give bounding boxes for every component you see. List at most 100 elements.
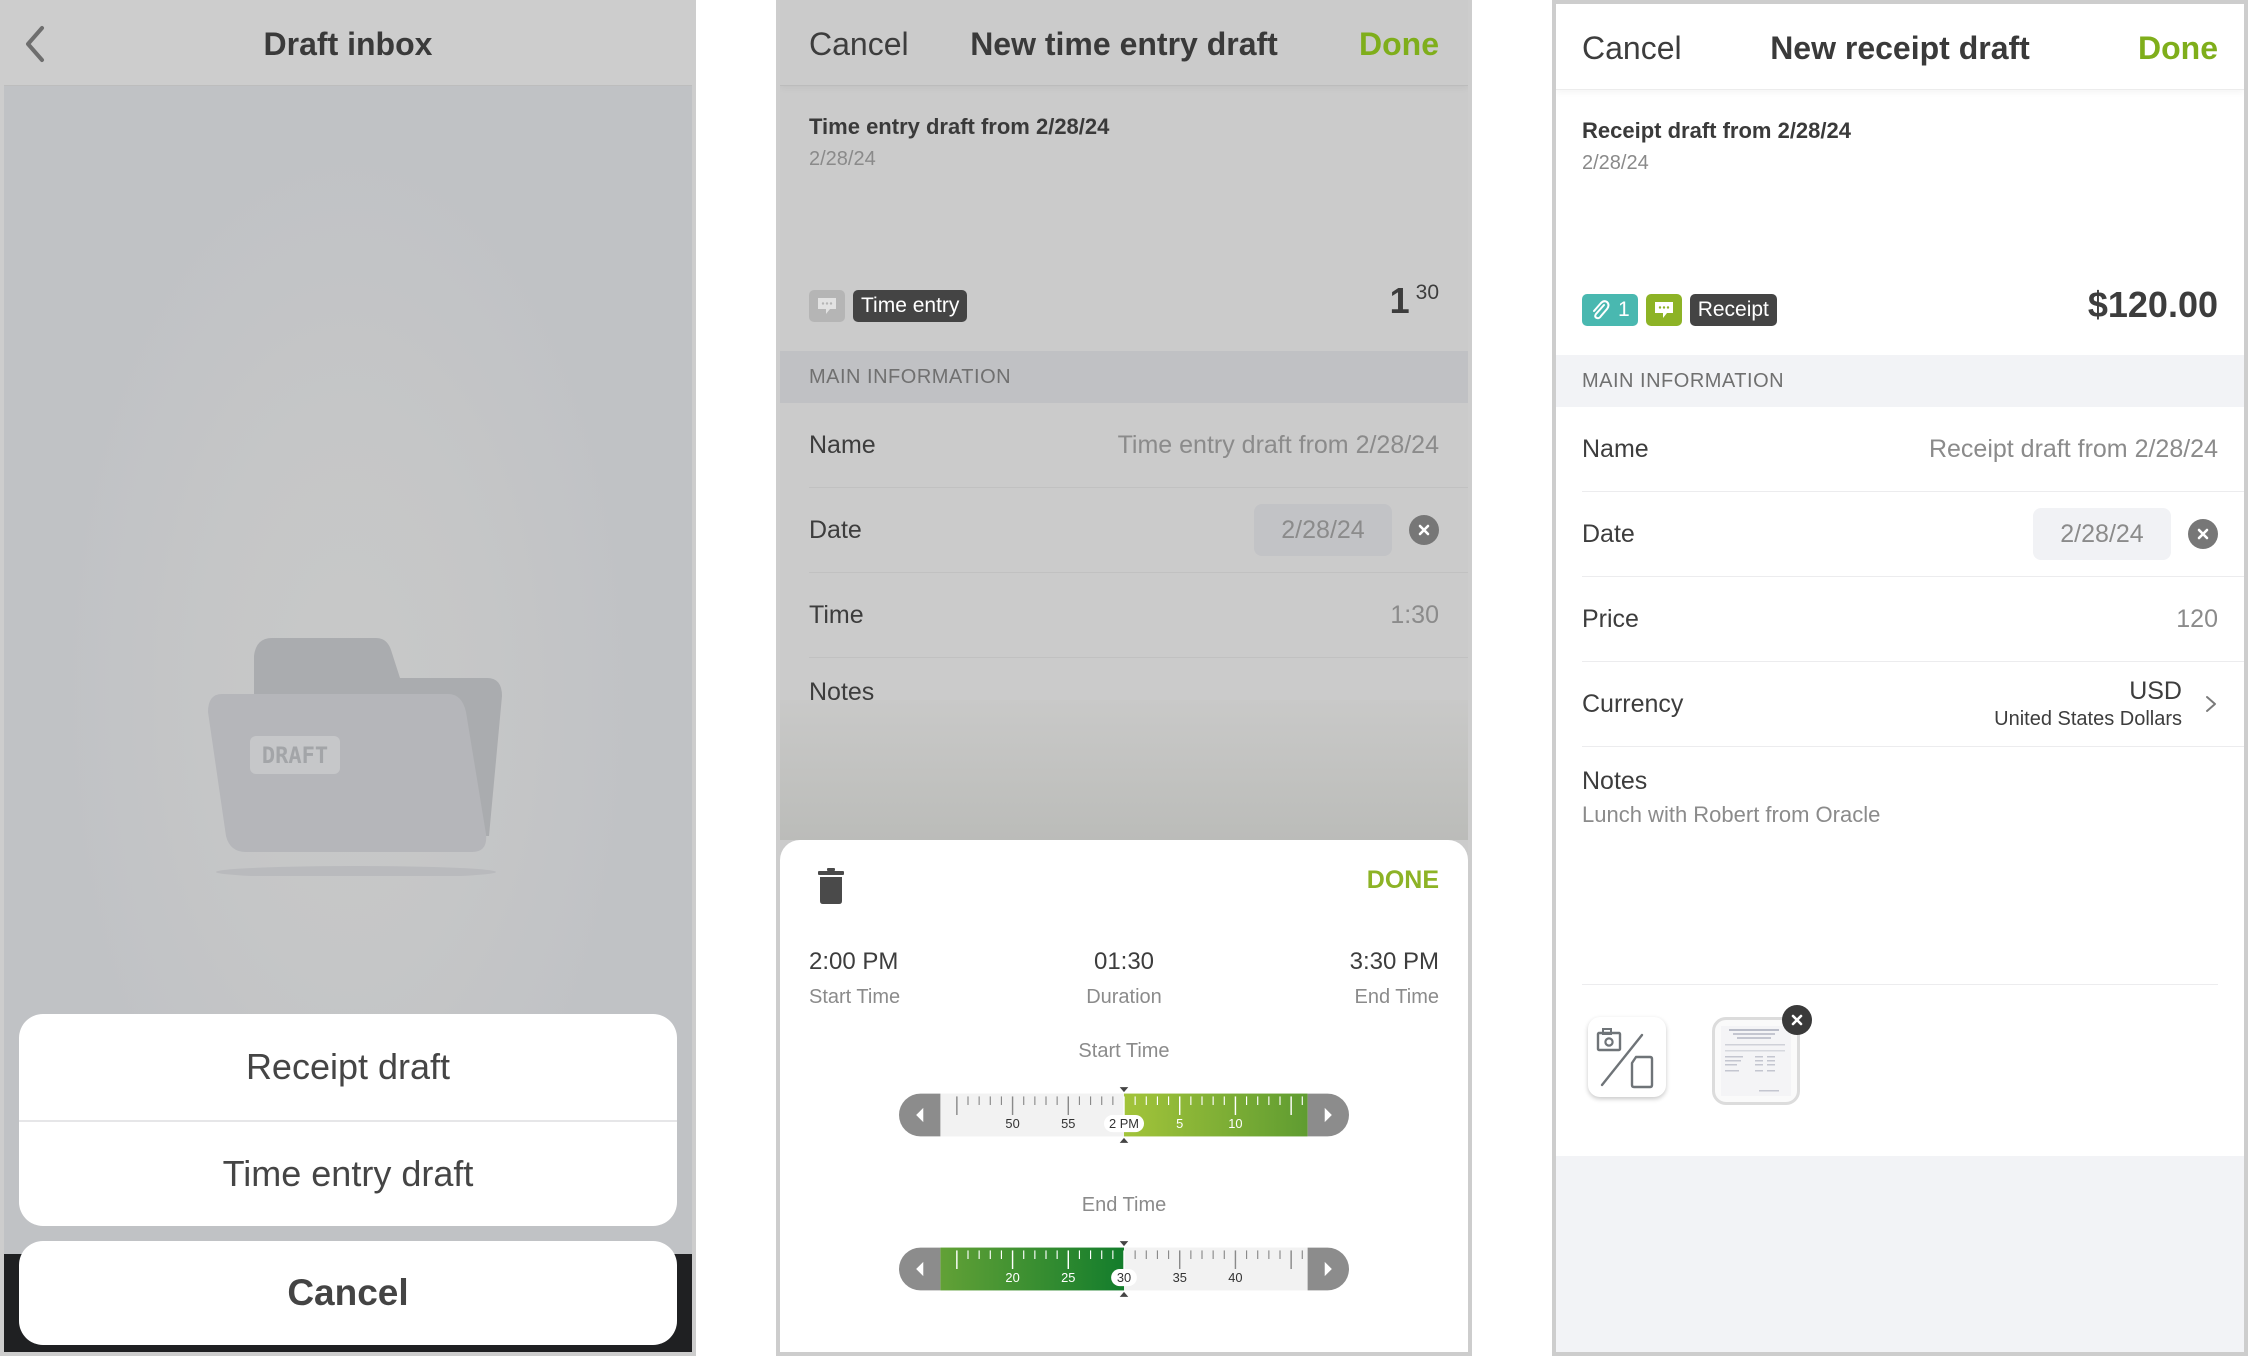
nav-bar: Draft inbox <box>4 0 692 86</box>
close-icon <box>1791 1014 1803 1026</box>
badge-row: 1 Receipt <box>1582 294 1777 326</box>
badge-row: Time entry <box>809 290 968 322</box>
date-field[interactable]: 2/28/24 <box>2033 508 2171 560</box>
trash-icon[interactable] <box>818 868 844 904</box>
duration-total: 1 30 <box>1390 280 1439 322</box>
done-button[interactable]: Done <box>2138 30 2218 67</box>
clear-date-button[interactable] <box>1409 515 1439 545</box>
start-ruler-label: Start Time <box>1078 1040 1170 1062</box>
receipt-summary: Receipt draft from 2/28/24 2/28/24 1 Rec… <box>1556 90 2244 355</box>
comment-icon <box>818 298 836 314</box>
nav-bar: Cancel New receipt draft Done <box>1556 4 2244 90</box>
draft-folder-icon: DRAFT <box>208 638 502 876</box>
date-row: Date 2/28/24 <box>809 488 1468 573</box>
note-badge <box>1645 294 1682 326</box>
ruler-tick-label: 40 <box>1228 1270 1242 1285</box>
ruler-pointer-top <box>1119 1241 1129 1247</box>
ruler-tick-label: 20 <box>1005 1270 1019 1285</box>
camera-or-file-icon <box>1596 1028 1654 1089</box>
picker-done-button[interactable]: DONE <box>1367 866 1439 895</box>
time-entry-draft-option[interactable]: Time entry draft <box>19 1120 677 1226</box>
receipt-draft-option[interactable]: Receipt draft <box>19 1014 677 1120</box>
name-label: Name <box>809 430 876 459</box>
minutes-value: 30 <box>1415 281 1439 304</box>
close-icon <box>1418 524 1430 536</box>
dim-overlay <box>780 700 1468 840</box>
section-header: MAIN INFORMATION <box>780 351 1468 403</box>
end-ruler-label: End Time <box>1081 1194 1167 1216</box>
chevron-right-icon <box>2206 696 2216 712</box>
price-field[interactable]: 120 <box>2176 605 2218 634</box>
page-title: Draft inbox <box>263 26 433 62</box>
time-row[interactable]: Time 1:30 <box>809 573 1468 658</box>
currency-row[interactable]: Currency USD United States Dollars <box>1582 662 2244 747</box>
receipt-image <box>1721 1026 1791 1096</box>
ruler-pointer-top <box>1119 1087 1129 1093</box>
attachment-badge: 1 <box>1582 294 1638 326</box>
receipt-draft-screen: Cancel New receipt draft Done Receipt dr… <box>1552 0 2248 1356</box>
currency-name: United States Dollars <box>1994 708 2182 730</box>
clear-date-button[interactable] <box>2188 519 2218 549</box>
name-row[interactable]: Name Receipt draft from 2/28/24 <box>1582 407 2244 492</box>
end-time-summary[interactable]: 3:30 PM End Time <box>1350 948 1439 1009</box>
draft-inbox-screen: Draft inbox DRAFT Receipt draft Time ent… <box>0 0 696 1356</box>
summary-date: 2/28/24 <box>1582 152 1649 174</box>
action-sheet: Receipt draft Time entry draft <box>19 1014 677 1226</box>
entry-summary: Time entry draft from 2/28/24 2/28/24 Ti… <box>780 86 1468 351</box>
price-row[interactable]: Price 120 <box>1582 577 2244 662</box>
notes-label[interactable]: Notes <box>809 658 874 707</box>
name-field[interactable]: Time entry draft from 2/28/24 <box>1118 431 1439 460</box>
ruler-pointer-bottom <box>1119 1137 1129 1143</box>
ruler-tick-label: 25 <box>1061 1270 1075 1285</box>
ruler-tick-label: 50 <box>1005 1116 1019 1131</box>
add-attachment-button[interactable] <box>1588 1017 1666 1097</box>
close-icon <box>2197 528 2209 540</box>
date-row: Date 2/28/24 <box>1582 492 2244 577</box>
remove-attachment-button[interactable] <box>1782 1005 1812 1035</box>
date-field[interactable]: 2/28/24 <box>1254 504 1392 556</box>
date-label: Date <box>1582 519 1635 548</box>
ruler-pointer-bottom <box>1119 1291 1129 1297</box>
type-badge: Receipt <box>1689 294 1777 326</box>
section-header: MAIN INFORMATION <box>1556 355 2244 407</box>
notes-label: Notes <box>1582 767 1648 795</box>
time-label: Time <box>809 600 864 629</box>
hours-value: 1 <box>1389 280 1410 321</box>
done-button[interactable]: Done <box>1359 26 1439 63</box>
type-badge: Time entry <box>853 290 968 322</box>
price-label: Price <box>1582 604 1639 633</box>
currency-label: Currency <box>1582 689 1684 718</box>
time-entry-draft-screen: Cancel New time entry draft Done Time en… <box>776 0 1472 1356</box>
end-time-ruler[interactable]: 20 25 30 35 40 <box>809 1239 1439 1299</box>
nav-bar: Cancel New time entry draft Done <box>780 0 1468 86</box>
end-time-value: 3:30 PM <box>1349 948 1439 975</box>
name-row[interactable]: Name Time entry draft from 2/28/24 <box>809 403 1468 488</box>
comment-icon <box>1654 302 1673 318</box>
time-picker-sheet: DONE 2:00 PM Start Time 01:30 Duration 3… <box>780 840 1468 1352</box>
paperclip-icon <box>1593 300 1610 320</box>
start-time-ruler[interactable]: 50 55 2 PM 5 10 <box>809 1085 1439 1145</box>
name-label: Name <box>1582 434 1649 463</box>
note-badge <box>809 290 845 322</box>
notes-field[interactable]: Notes Lunch with Robert from Oracle <box>1582 747 2218 985</box>
currency-code: USD <box>2129 677 2182 705</box>
action-sheet-cancel-button[interactable]: Cancel <box>19 1241 677 1345</box>
ruler-tick-label: 35 <box>1173 1270 1187 1285</box>
name-field[interactable]: Receipt draft from 2/28/24 <box>1929 435 2218 464</box>
summary-date: 2/28/24 <box>809 148 876 170</box>
summary-title: Time entry draft from 2/28/24 <box>809 114 1110 139</box>
ruler-tick-label: 30 <box>1117 1270 1131 1285</box>
ruler-tick-label: 10 <box>1228 1116 1242 1131</box>
receipt-amount: $120.00 <box>2087 284 2218 325</box>
currency-value: USD United States Dollars <box>1994 677 2182 731</box>
attachment-count: 1 <box>1618 298 1630 321</box>
ruler-tick-label: 2 PM <box>1109 1116 1139 1131</box>
summary-title: Receipt draft from 2/28/24 <box>1582 118 1851 143</box>
ruler-tick-label: 55 <box>1061 1116 1075 1131</box>
end-time-label: End Time <box>1354 986 1439 1008</box>
date-label: Date <box>809 515 862 544</box>
notes-value[interactable]: Lunch with Robert from Oracle <box>1582 802 2218 828</box>
ruler-tick-label: 5 <box>1176 1116 1183 1131</box>
time-field[interactable]: 1:30 <box>1390 601 1439 630</box>
folder-label: DRAFT <box>262 744 328 769</box>
